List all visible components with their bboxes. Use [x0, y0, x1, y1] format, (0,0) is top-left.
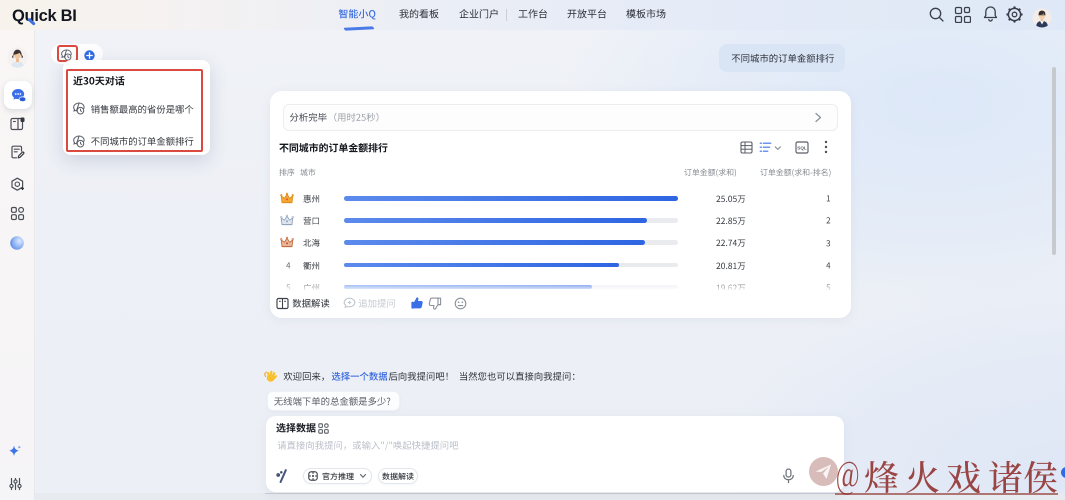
svg-text:SQL: SQL [797, 145, 807, 150]
